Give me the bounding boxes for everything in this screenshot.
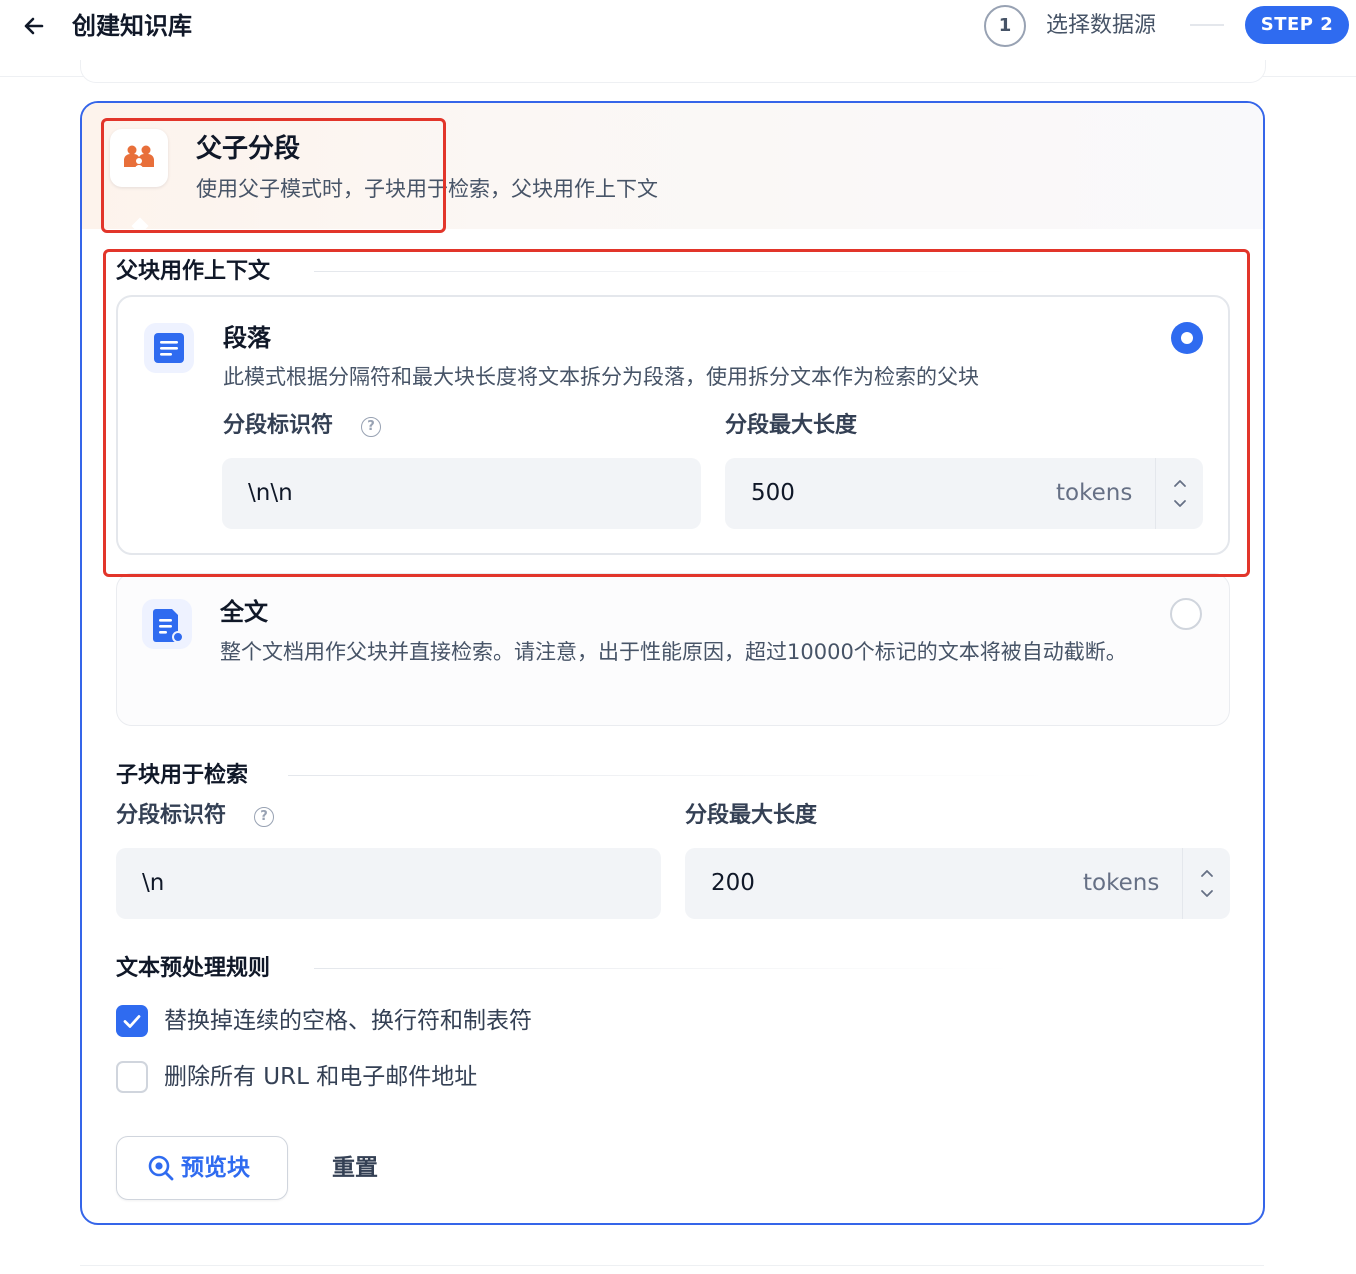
fulltext-icon xyxy=(142,599,192,649)
bottom-divider xyxy=(80,1265,1264,1266)
unit-label: tokens xyxy=(1083,870,1160,896)
child-separator-input[interactable]: \n xyxy=(116,848,661,919)
step-1-label: 选择数据源 xyxy=(1046,13,1157,38)
preprocessing-section-title: 文本预处理规则 xyxy=(116,956,271,981)
highlight-box-mode xyxy=(101,118,446,233)
child-max-length-value: 200 xyxy=(711,870,755,896)
number-stepper[interactable] xyxy=(1182,848,1231,919)
step-1-indicator: 1 xyxy=(984,5,1026,47)
section-divider xyxy=(314,968,1014,969)
section-divider xyxy=(288,775,1048,776)
preview-button-label: 预览块 xyxy=(181,1155,250,1181)
search-eye-icon xyxy=(146,1153,176,1183)
rule-1-checkbox[interactable] xyxy=(116,1005,148,1037)
fulltext-option-title: 全文 xyxy=(220,598,268,626)
back-arrow-icon[interactable] xyxy=(18,10,50,42)
page-title: 创建知识库 xyxy=(72,12,192,40)
rule-2-label: 删除所有 URL 和电子邮件地址 xyxy=(164,1064,478,1090)
preview-chunks-button[interactable]: 预览块 xyxy=(116,1136,288,1200)
fulltext-radio[interactable] xyxy=(1170,598,1202,630)
step-2-badge: STEP 2 xyxy=(1245,6,1349,44)
child-max-length-input[interactable]: 200 tokens xyxy=(685,848,1230,919)
child-section-title: 子块用于检索 xyxy=(116,763,249,788)
child-separator-label: 分段标识符 xyxy=(116,803,227,828)
help-icon[interactable]: ? xyxy=(254,807,274,827)
fulltext-option-card[interactable]: 全文 整个文档用作父块并直接检索。请注意，出于性能原因，超过10000个标记的文… xyxy=(116,573,1230,726)
child-max-length-label: 分段最大长度 xyxy=(685,803,818,828)
fulltext-option-description: 整个文档用作父块并直接检索。请注意，出于性能原因，超过10000个标记的文本将被… xyxy=(220,640,1127,664)
step-divider xyxy=(1190,24,1224,26)
previous-mode-card[interactable] xyxy=(80,60,1266,83)
highlight-box-parent xyxy=(103,249,1250,577)
rule-1-label: 替换掉连续的空格、换行符和制表符 xyxy=(164,1008,532,1034)
reset-button[interactable]: 重置 xyxy=(316,1136,406,1200)
rule-2-checkbox[interactable] xyxy=(116,1061,148,1093)
